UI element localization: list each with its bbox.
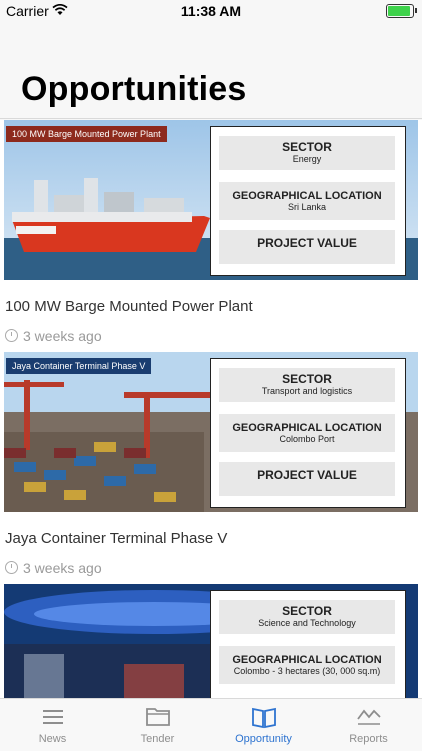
opportunity-banner[interactable]: Jaya Container Terminal Phase V SECTOR T… — [4, 352, 418, 512]
sector-box: SECTOR Energy — [219, 136, 395, 170]
card-time-label: 3 weeks ago — [23, 328, 102, 344]
sector-box: SECTOR Transport and logistics — [219, 368, 395, 402]
location-heading: GEOGRAPHICAL LOCATION — [232, 422, 382, 434]
opportunity-feed[interactable]: 100 MW Barge Mounted Power Plant SECTOR … — [0, 120, 422, 698]
tab-opportunity[interactable]: Opportunity — [211, 699, 316, 751]
folder-icon — [105, 699, 210, 729]
location-box: GEOGRAPHICAL LOCATION Colombo Port — [219, 414, 395, 452]
list-icon — [0, 699, 105, 729]
header-divider — [0, 118, 422, 119]
clock-icon — [5, 329, 18, 342]
tab-bar: News Tender Opportunity Reports — [0, 698, 422, 751]
card-timestamp: 3 weeks ago — [5, 560, 102, 576]
location-heading: GEOGRAPHICAL LOCATION — [232, 190, 382, 202]
opportunity-banner[interactable]: SECTOR Science and Technology GEOGRAPHIC… — [4, 584, 418, 698]
clock-time: 11:38 AM — [180, 3, 242, 19]
banner-tag: Jaya Container Terminal Phase V — [6, 358, 152, 374]
tab-reports[interactable]: Reports — [316, 699, 421, 751]
sector-box: SECTOR Science and Technology — [219, 600, 395, 634]
card-title[interactable]: Jaya Container Terminal Phase V — [5, 530, 227, 547]
info-panel: SECTOR Science and Technology GEOGRAPHIC… — [210, 590, 406, 698]
status-bar: Carrier 11:38 AM — [0, 0, 422, 22]
battery-icon — [386, 4, 417, 18]
info-panel: SECTOR Transport and logistics GEOGRAPHI… — [210, 358, 406, 508]
info-panel: SECTOR Energy GEOGRAPHICAL LOCATION Sri … — [210, 126, 406, 276]
opportunity-banner[interactable]: 100 MW Barge Mounted Power Plant SECTOR … — [4, 120, 418, 280]
tab-label: Opportunity — [235, 733, 292, 745]
sector-value: Transport and logistics — [261, 386, 353, 396]
value-box: PROJECT VALUE — [219, 230, 395, 264]
location-box: GEOGRAPHICAL LOCATION Colombo - 3 hectar… — [219, 646, 395, 684]
tab-label: Tender — [140, 733, 175, 745]
value-heading: PROJECT VALUE — [257, 236, 357, 250]
sector-heading: SECTOR — [282, 140, 332, 154]
location-value: Sri Lanka — [287, 202, 327, 212]
location-box: GEOGRAPHICAL LOCATION Sri Lanka — [219, 182, 395, 220]
page-title: Opportunities — [21, 70, 247, 108]
card-title[interactable]: 100 MW Barge Mounted Power Plant — [5, 298, 253, 315]
location-value: Colombo - 3 hectares (30, 000 sq.m) — [233, 666, 381, 676]
tab-news[interactable]: News — [0, 699, 105, 751]
tab-tender[interactable]: Tender — [105, 699, 210, 751]
value-box: PROJECT VALUE — [219, 462, 395, 496]
card-timestamp: 3 weeks ago — [5, 328, 102, 344]
book-icon — [211, 699, 316, 729]
banner-tag: 100 MW Barge Mounted Power Plant — [6, 126, 167, 142]
sector-value: Science and Technology — [258, 618, 356, 628]
location-heading: GEOGRAPHICAL LOCATION — [232, 654, 382, 666]
clock-icon — [5, 561, 18, 574]
value-heading: PROJECT VALUE — [257, 468, 357, 482]
tab-label: News — [38, 733, 67, 745]
sector-heading: SECTOR — [282, 372, 332, 386]
chart-icon — [316, 699, 421, 729]
location-value: Colombo Port — [279, 434, 335, 444]
card-time-label: 3 weeks ago — [23, 560, 102, 576]
tab-label: Reports — [349, 733, 388, 745]
sector-value: Energy — [292, 154, 322, 164]
sector-heading: SECTOR — [282, 604, 332, 618]
